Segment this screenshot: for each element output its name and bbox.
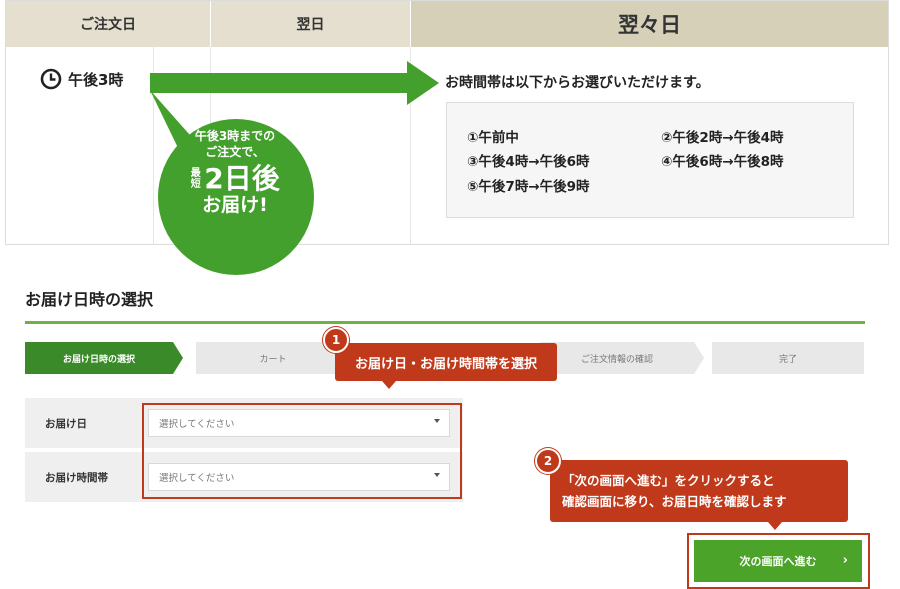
callout-2-line-1: 「次の画面へ進む」をクリックすると xyxy=(562,473,775,488)
callout-step-2: 「次の画面へ進む」をクリックすると 確認画面に移り、お届日時を確認します xyxy=(550,460,848,522)
step-order-confirm: ご注文情報の確認 xyxy=(540,342,694,374)
header-day-after-next: 翌々日 xyxy=(410,1,888,47)
promo-deliver: お届け! xyxy=(202,194,268,216)
timeslot-item: ②午後2時→午後4時 xyxy=(661,130,784,146)
timeslot-item: ③午後4時→午後6時 xyxy=(467,154,590,170)
order-cutoff-time: 午後3時 xyxy=(40,68,123,90)
promo-two-days: 2日後 xyxy=(204,162,280,195)
step-number-badge: 1 xyxy=(323,327,349,353)
timeslot-item: ①午前中 xyxy=(467,130,519,146)
step-arrow-shape xyxy=(173,342,183,374)
promo-line-1: 午後3時までの xyxy=(194,129,276,143)
next-button-label: 次の画面へ進む xyxy=(739,555,817,568)
step-complete: 完了 xyxy=(712,342,864,374)
callout-step-1: お届け日・お届け時間帯を選択 xyxy=(335,343,557,381)
header-order-day: ご注文日 xyxy=(6,1,210,47)
chevron-right-icon: › xyxy=(842,553,848,568)
promo-line-2: ご注文で、 xyxy=(205,145,265,159)
section-title: お届け日時の選択 xyxy=(25,290,154,309)
delivery-time-label: お届け時間帯 xyxy=(45,471,108,484)
highlight-frame-selects xyxy=(142,403,462,499)
next-screen-button[interactable]: 次の画面へ進む › xyxy=(694,540,862,582)
callout-tail-shape xyxy=(768,522,782,530)
section-divider xyxy=(25,321,865,324)
step-arrow-shape xyxy=(694,342,704,374)
header-next-day: 翌日 xyxy=(210,1,410,47)
clock-icon xyxy=(40,68,62,90)
callout-tail-shape xyxy=(382,381,396,389)
delivery-promo-bubble: 午後3時までの ご注文で、 最短 2日後 お届け! xyxy=(166,128,304,216)
promo-shortest: 最短 xyxy=(190,168,201,190)
timeslot-item: ④午後6時→午後8時 xyxy=(661,154,784,170)
delivery-date-label: お届け日 xyxy=(45,417,87,430)
timeslot-list: ①午前中 ②午後2時→午後4時 ③午後4時→午後6時 ④午後6時→午後8時 ⑤午… xyxy=(446,102,854,218)
timeslot-item: ⑤午後7時→午後9時 xyxy=(467,179,590,195)
timeslot-title: お時間帯は以下からお選びいただけます。 xyxy=(445,75,710,91)
step-number-badge: 2 xyxy=(535,448,561,474)
order-time-label: 午後3時 xyxy=(68,70,124,89)
callout-1-text: お届け日・お届け時間帯を選択 xyxy=(354,356,537,372)
step-delivery-datetime: お届け日時の選択 xyxy=(25,342,173,374)
callout-2-line-2: 確認画面に移り、お届日時を確認します xyxy=(562,494,787,509)
